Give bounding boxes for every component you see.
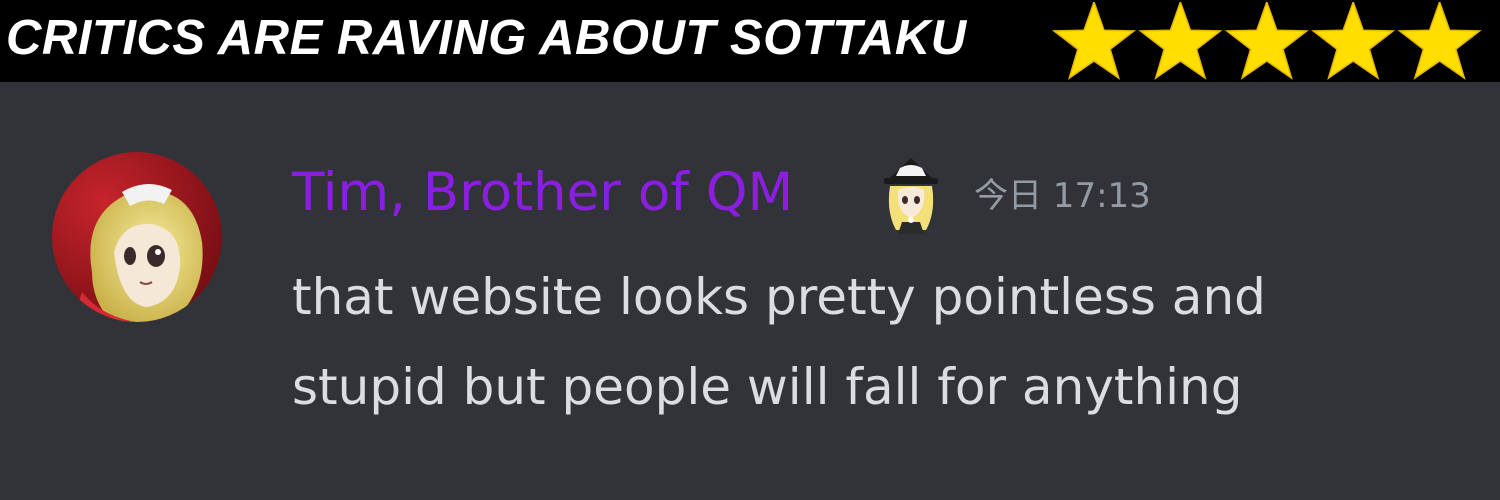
review-banner: CRITICS ARE RAVING ABOUT SOTTAKU (0, 0, 1500, 80)
banner-headline: CRITICS ARE RAVING ABOUT SOTTAKU (6, 11, 967, 65)
message-line: stupid but people will fall for anything (292, 358, 1243, 416)
star-icon (1397, 2, 1482, 80)
message-content: that website looks pretty pointless and … (292, 252, 1472, 432)
role-badge-graphic (884, 158, 938, 234)
role-badge-icon[interactable] (868, 150, 954, 236)
star-icon (1138, 2, 1223, 80)
message-author-name[interactable]: Tim, Brother of QM (292, 160, 793, 226)
star-icon (1224, 2, 1309, 80)
star-icon (1311, 2, 1396, 80)
user-avatar[interactable] (52, 152, 222, 322)
star-rating (1052, 2, 1484, 86)
user-avatar-icon (52, 152, 222, 322)
star-icon (1052, 2, 1137, 80)
message-line: that website looks pretty pointless and (292, 268, 1266, 326)
star-rating-graphic (1052, 2, 1482, 80)
message-timestamp: 今日 17:13 (974, 176, 1151, 216)
